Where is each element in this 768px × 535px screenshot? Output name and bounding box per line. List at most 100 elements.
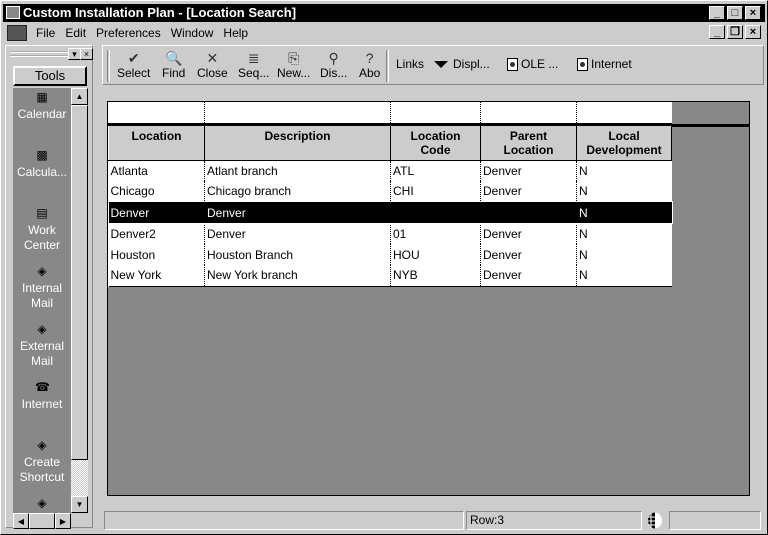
cell-parent-location: Denver <box>480 223 577 244</box>
cell-local-development: N <box>576 223 672 244</box>
dropdown-arrow-icon <box>434 60 448 68</box>
tool-label: Create Shortcut <box>19 455 65 484</box>
tools-vertical-scrollbar[interactable]: ▲ ▼ <box>71 88 88 513</box>
title-bar[interactable]: Custom Installation Plan - [Location Sea… <box>3 4 765 22</box>
tool-calendar[interactable]: ▦ Calendar <box>13 90 71 122</box>
menu-preferences[interactable]: Preferences <box>91 26 166 40</box>
tool-internet[interactable]: ☎ Internet <box>13 380 71 412</box>
display-icon: ⚲ <box>328 50 339 66</box>
tool-label: External Mail <box>19 339 65 368</box>
shortcut-icon: ◈ <box>37 496 47 510</box>
qbe-local-development-input[interactable] <box>576 102 672 126</box>
column-header-location[interactable]: Location <box>108 123 205 161</box>
cell-location-code: 01 <box>390 223 481 244</box>
column-header-local-development[interactable]: Local Development <box>576 123 672 161</box>
globe-icon <box>645 512 665 529</box>
drag-grip[interactable] <box>10 51 68 57</box>
link-label: OLE ... <box>521 57 559 71</box>
find-icon: 🔍 <box>164 50 183 66</box>
find-button[interactable]: 🔍 Find <box>162 50 185 80</box>
check-icon: ✔ <box>127 50 140 66</box>
calculator-icon: ▩ <box>36 148 48 162</box>
minimize-button[interactable]: _ <box>709 6 725 20</box>
button-label: Find <box>162 66 186 80</box>
qbe-location-input[interactable] <box>108 102 205 126</box>
tool-calculator[interactable]: ▩ Calcula... <box>13 148 71 180</box>
scroll-track[interactable] <box>71 460 88 496</box>
menu-file[interactable]: File <box>31 26 60 40</box>
table-row-selected[interactable]: Denver Denver N <box>107 201 673 224</box>
tool-more[interactable]: ◈ <box>13 496 71 513</box>
mdi-restore-button[interactable]: ❐ <box>727 25 743 39</box>
close-button[interactable]: × <box>745 6 761 20</box>
cell-parent-location: Denver <box>480 265 577 286</box>
phone-icon: ☎ <box>35 380 50 394</box>
tool-label: Internal Mail <box>21 281 63 310</box>
tool-create-shortcut[interactable]: ◈ Create Shortcut <box>13 438 71 485</box>
mdi-close-button[interactable]: × <box>745 25 761 39</box>
link-display[interactable]: Displ... <box>434 57 490 71</box>
column-header-parent-location[interactable]: Parent Location <box>480 123 577 161</box>
header-divider <box>671 124 749 127</box>
scroll-left-arrow-icon[interactable]: ◀ <box>13 513 29 529</box>
qbe-location-code-input[interactable] <box>390 102 481 126</box>
cell-description: New York branch <box>204 265 391 286</box>
table-row[interactable]: New York New York branch NYB Denver N <box>108 265 672 286</box>
grid-table: Location Description Location Code Paren… <box>107 102 673 287</box>
scroll-thumb[interactable] <box>71 105 88 460</box>
mail-icon: ◈ <box>37 322 47 336</box>
document-menu-icon[interactable] <box>7 24 27 41</box>
tool-internal-mail[interactable]: ◈ Internal Mail <box>13 264 71 311</box>
button-label: New... <box>277 66 311 80</box>
link-internet[interactable]: Internet <box>577 57 632 71</box>
tools-pane: ▦ Calendar ▩ Calcula... ▤ Work Center ◈ … <box>13 88 71 513</box>
table-row[interactable]: Atlanta Atlant branch ATL Denver N <box>109 160 672 181</box>
mdi-minimize-button[interactable]: _ <box>709 25 725 39</box>
cell-location: New York <box>110 268 162 283</box>
cell-local-development: N <box>576 160 672 181</box>
hscroll-thumb[interactable] <box>29 513 55 529</box>
sidebar-close-button[interactable]: × <box>80 48 93 60</box>
cell-location-code: ATL <box>390 160 481 181</box>
cell-location: Denver2 <box>110 226 156 241</box>
menu-help[interactable]: Help <box>218 26 253 40</box>
table-row[interactable]: Denver2 Denver 01 Denver N <box>109 223 672 244</box>
work-center-icon: ▤ <box>36 206 48 220</box>
close-icon: ✕ <box>206 50 219 66</box>
toolbar-grip[interactable] <box>107 50 110 82</box>
about-icon: ? <box>365 50 374 66</box>
close-toolbar-button[interactable]: ✕ Close <box>197 50 228 80</box>
cell-location: Houston <box>110 247 156 262</box>
tool-label: Calendar <box>17 107 67 121</box>
sequence-button[interactable]: ≣ Seq... <box>238 50 269 80</box>
document-icon <box>507 57 518 71</box>
app-icon <box>6 6 20 19</box>
scroll-right-arrow-icon[interactable]: ▶ <box>55 513 71 529</box>
maximize-button[interactable]: □ <box>727 6 743 20</box>
display-button[interactable]: ⚲ Dis... <box>320 50 347 80</box>
new-button[interactable]: ⎘ New... <box>277 50 310 80</box>
column-header-location-code[interactable]: Location Code <box>390 123 481 161</box>
about-button[interactable]: ? Abo <box>359 50 380 80</box>
table-row[interactable]: Houston Houston Branch HOU Denver N <box>109 244 672 265</box>
tools-header-button[interactable]: Tools <box>13 66 87 86</box>
button-label: Dis... <box>320 66 348 80</box>
scroll-up-arrow-icon[interactable]: ▲ <box>71 88 88 105</box>
tool-external-mail[interactable]: ◈ External Mail <box>13 322 71 369</box>
link-ole[interactable]: OLE ... <box>507 57 558 71</box>
document-icon <box>577 57 588 71</box>
qbe-parent-location-input[interactable] <box>480 102 577 126</box>
menu-window[interactable]: Window <box>166 26 219 40</box>
select-button[interactable]: ✔ Select <box>117 50 150 80</box>
tools-horizontal-scrollbar[interactable]: ◀ ▶ <box>13 513 71 529</box>
links-label: Links <box>396 57 424 71</box>
table-row[interactable]: Chicago Chicago branch CHI Denver N <box>109 181 672 202</box>
link-label: Internet <box>591 57 632 71</box>
cell-location-code: HOU <box>390 244 481 265</box>
qbe-description-input[interactable] <box>204 102 391 126</box>
column-header-description[interactable]: Description <box>204 123 391 161</box>
tool-work-center[interactable]: ▤ Work Center <box>13 206 71 253</box>
menu-edit[interactable]: Edit <box>60 26 91 40</box>
cell-location: Chicago <box>110 184 155 198</box>
scroll-down-arrow-icon[interactable]: ▼ <box>71 496 88 513</box>
